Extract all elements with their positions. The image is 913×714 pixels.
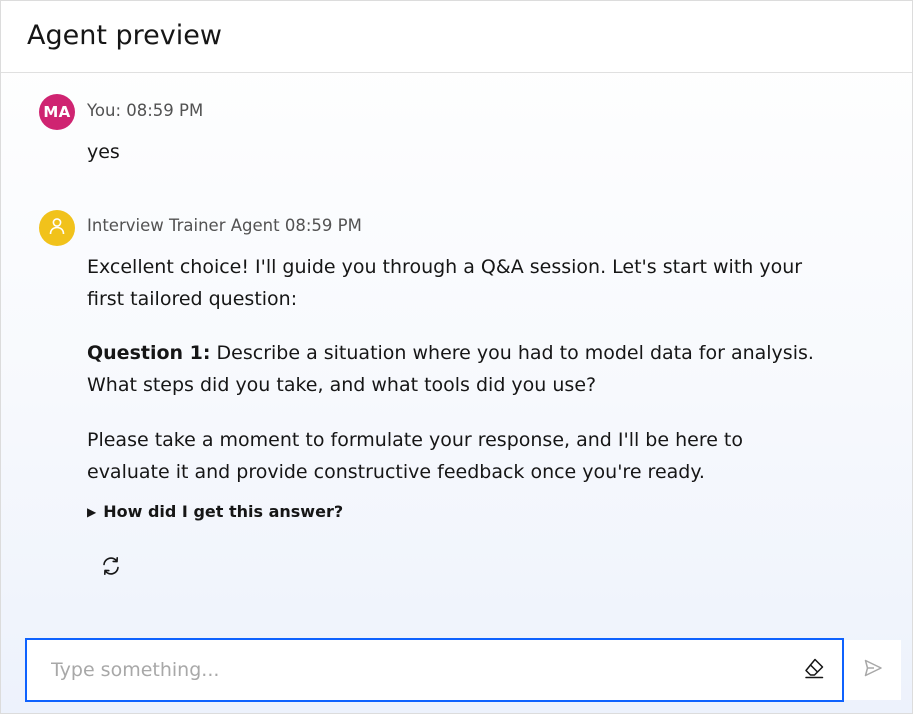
details-label: How did I get this answer? bbox=[103, 502, 344, 521]
agent-message-paragraph: Excellent choice! I'll guide you through… bbox=[87, 256, 803, 310]
eraser-icon bbox=[803, 657, 825, 683]
answer-details-toggle[interactable]: ▶ How did I get this answer? bbox=[87, 502, 343, 521]
caret-right-icon: ▶ bbox=[87, 504, 97, 519]
user-message-meta: You: 08:59 PM bbox=[87, 101, 204, 120]
agent-avatar bbox=[39, 210, 75, 246]
message-composer bbox=[25, 638, 844, 702]
page-title: Agent preview bbox=[27, 20, 222, 51]
regenerate-button[interactable] bbox=[97, 554, 125, 582]
question-label: Question 1: bbox=[87, 342, 211, 364]
clear-input-button[interactable] bbox=[802, 658, 826, 682]
send-button[interactable] bbox=[844, 640, 901, 700]
send-icon bbox=[863, 658, 883, 682]
user-icon bbox=[47, 216, 67, 240]
user-avatar: MA bbox=[39, 94, 75, 130]
user-message-text: yes bbox=[87, 141, 120, 163]
agent-preview-panel: Agent preview MA You: 08:59 PM yes Inter… bbox=[0, 0, 913, 714]
agent-message-meta: Interview Trainer Agent 08:59 PM bbox=[87, 216, 362, 235]
refresh-icon bbox=[100, 555, 122, 581]
panel-header: Agent preview bbox=[1, 1, 912, 73]
agent-message-question: Question 1: Describe a situation where y… bbox=[87, 338, 827, 401]
agent-message-paragraph: Please take a moment to formulate your r… bbox=[87, 429, 744, 483]
message-input[interactable] bbox=[27, 640, 787, 700]
